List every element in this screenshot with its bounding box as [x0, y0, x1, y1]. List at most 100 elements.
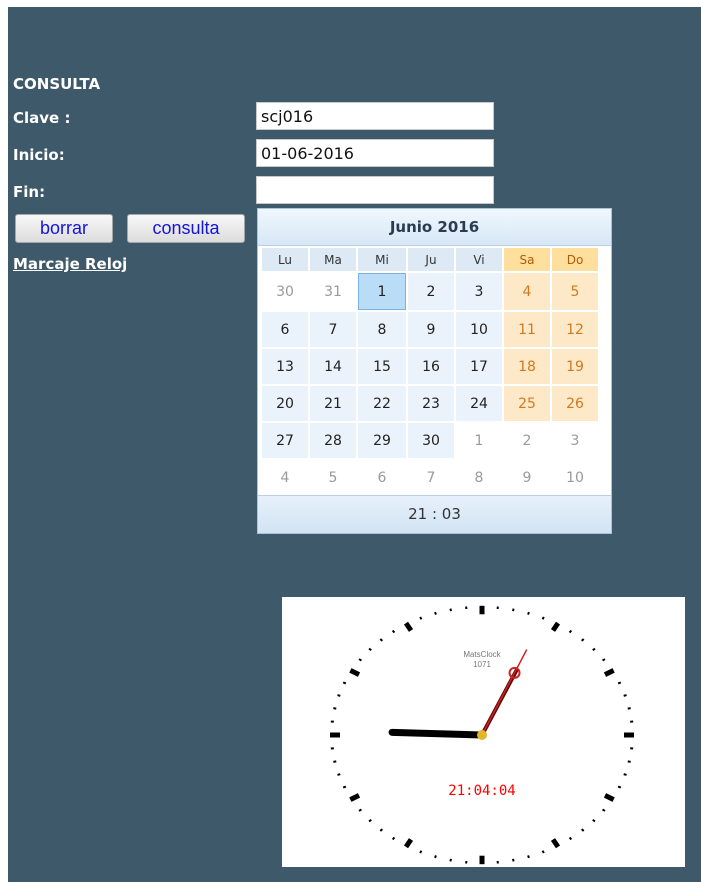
- calendar-day[interactable]: 6: [358, 460, 406, 495]
- calendar-day[interactable]: 20: [262, 386, 308, 421]
- calendar-day[interactable]: 16: [408, 349, 454, 384]
- calendar-day[interactable]: 4: [504, 273, 550, 310]
- calendar-day[interactable]: 30: [262, 273, 308, 310]
- calendar-day[interactable]: 15: [358, 349, 406, 384]
- date-picker-calendar: Junio 2016 Lu Ma Mi Ju Vi Sa Do 30 31 1 2 3 4 5 6 7 8 9 1…: [257, 208, 612, 534]
- calendar-grid: Lu Ma Mi Ju Vi Sa Do 30 31 1 2 3 4 5 6 7 8 9 10 11 12 13 14 15…: [260, 246, 600, 497]
- weekday-header: Lu: [262, 248, 308, 271]
- inicio-label: Inicio:: [13, 146, 65, 164]
- calendar-day[interactable]: 10: [552, 460, 598, 495]
- clock-hour-tick: [603, 668, 615, 677]
- calendar-day[interactable]: 4: [262, 460, 308, 495]
- calendar-day[interactable]: 2: [504, 423, 550, 458]
- clock-hour-tick: [349, 793, 361, 802]
- calendar-day[interactable]: 9: [504, 460, 550, 495]
- clock-minute-tick: [541, 616, 545, 620]
- calendar-day[interactable]: 12: [552, 312, 598, 347]
- clock-minute-tick: [627, 707, 631, 710]
- calendar-day[interactable]: 24: [456, 386, 502, 421]
- calendar-day[interactable]: 28: [310, 423, 356, 458]
- calendar-day[interactable]: 25: [504, 386, 550, 421]
- calendar-week-row: 20 21 22 23 24 25 26: [262, 386, 598, 421]
- consulta-button[interactable]: consulta: [127, 214, 245, 243]
- calendar-day[interactable]: 13: [262, 349, 308, 384]
- clock-minute-tick: [623, 773, 627, 776]
- calendar-day[interactable]: 1: [456, 423, 502, 458]
- clock-minute-tick: [512, 608, 515, 612]
- clave-input[interactable]: [256, 102, 494, 130]
- form-heading: CONSULTA: [13, 75, 101, 93]
- clock-face-svg: MatsClock 1071 21:04:04: [330, 605, 634, 865]
- calendar-day[interactable]: 29: [358, 423, 406, 458]
- marcaje-reloj-link[interactable]: Marcaje Reloj: [13, 255, 127, 273]
- clock-minute-tick: [527, 611, 530, 615]
- calendar-day[interactable]: 9: [408, 312, 454, 347]
- clock-brand-label: MatsClock: [463, 650, 501, 659]
- calendar-day[interactable]: 23: [408, 386, 454, 421]
- clock-minute-tick: [379, 828, 383, 832]
- clave-label: Clave :: [13, 109, 71, 127]
- clock-minute-tick: [342, 785, 347, 789]
- clock-hour-tick: [403, 838, 414, 849]
- calendar-day[interactable]: 11: [504, 312, 550, 347]
- calendar-day[interactable]: 19: [552, 349, 598, 384]
- calendar-week-row: 4 5 6 7 8 9 10: [262, 460, 598, 495]
- calendar-day[interactable]: 30: [408, 423, 454, 458]
- clock-minute-tick: [434, 855, 437, 859]
- calendar-day[interactable]: 10: [456, 312, 502, 347]
- calendar-day[interactable]: 3: [456, 273, 502, 310]
- calendar-day[interactable]: 7: [408, 460, 454, 495]
- clock-hands: [388, 649, 528, 740]
- calendar-day[interactable]: 3: [552, 423, 598, 458]
- clock-center-cap: [477, 730, 487, 740]
- clock-minute-tick: [512, 858, 515, 862]
- weekday-header: Ju: [408, 248, 454, 271]
- calendar-day[interactable]: 22: [358, 386, 406, 421]
- calendar-day[interactable]: 8: [358, 312, 406, 347]
- clock-hour-hand: [388, 728, 486, 739]
- clock-minute-tick: [368, 647, 372, 652]
- calendar-day[interactable]: 14: [310, 349, 356, 384]
- clock-minute-tick: [581, 638, 585, 642]
- calendar-weekday-row: Lu Ma Mi Ju Vi Sa Do: [262, 248, 598, 271]
- fin-date-input[interactable]: [256, 176, 494, 204]
- clock-minute-tick: [337, 694, 341, 697]
- calendar-day[interactable]: 26: [552, 386, 598, 421]
- clock-minute-tick: [602, 808, 606, 812]
- borrar-button[interactable]: borrar: [15, 214, 113, 243]
- inicio-date-input[interactable]: [256, 139, 494, 167]
- calendar-day[interactable]: 31: [310, 273, 356, 310]
- calendar-day[interactable]: 18: [504, 349, 550, 384]
- weekday-header: Mi: [358, 248, 406, 271]
- calendar-day[interactable]: 1: [358, 273, 406, 310]
- calendar-day[interactable]: 17: [456, 349, 502, 384]
- clock-minute-tick: [449, 858, 452, 862]
- calendar-day[interactable]: 2: [408, 273, 454, 310]
- calendar-month-title: Junio 2016: [258, 209, 611, 246]
- clock-minute-tick: [592, 647, 596, 652]
- clock-hour-tick: [550, 621, 561, 632]
- clock-minute-tick: [368, 818, 372, 823]
- clock-minute-tick: [592, 818, 596, 823]
- calendar-week-row: 6 7 8 9 10 11 12: [262, 312, 598, 347]
- clock-minute-tick: [617, 681, 622, 685]
- clock-minute-tick: [419, 616, 423, 620]
- calendar-day[interactable]: 21: [310, 386, 356, 421]
- clock-minute-tick: [379, 638, 383, 642]
- weekday-header: Do: [552, 248, 598, 271]
- clock-minute-tick: [358, 808, 362, 812]
- calendar-day[interactable]: 5: [552, 273, 598, 310]
- clock-minute-tick: [449, 608, 452, 612]
- fin-label: Fin:: [13, 183, 46, 201]
- clock-hour-tick: [603, 793, 615, 802]
- calendar-day[interactable]: 7: [310, 312, 356, 347]
- page-background: CONSULTA Clave : Inicio: Fin: borrar con…: [8, 7, 701, 882]
- calendar-week-row: 30 31 1 2 3 4 5: [262, 273, 598, 310]
- clock-model-label: 1071: [473, 660, 491, 669]
- calendar-time[interactable]: 21 : 03: [258, 495, 611, 533]
- calendar-day[interactable]: 8: [456, 460, 502, 495]
- calendar-day[interactable]: 6: [262, 312, 308, 347]
- calendar-day[interactable]: 27: [262, 423, 308, 458]
- calendar-day[interactable]: 5: [310, 460, 356, 495]
- weekday-header: Ma: [310, 248, 356, 271]
